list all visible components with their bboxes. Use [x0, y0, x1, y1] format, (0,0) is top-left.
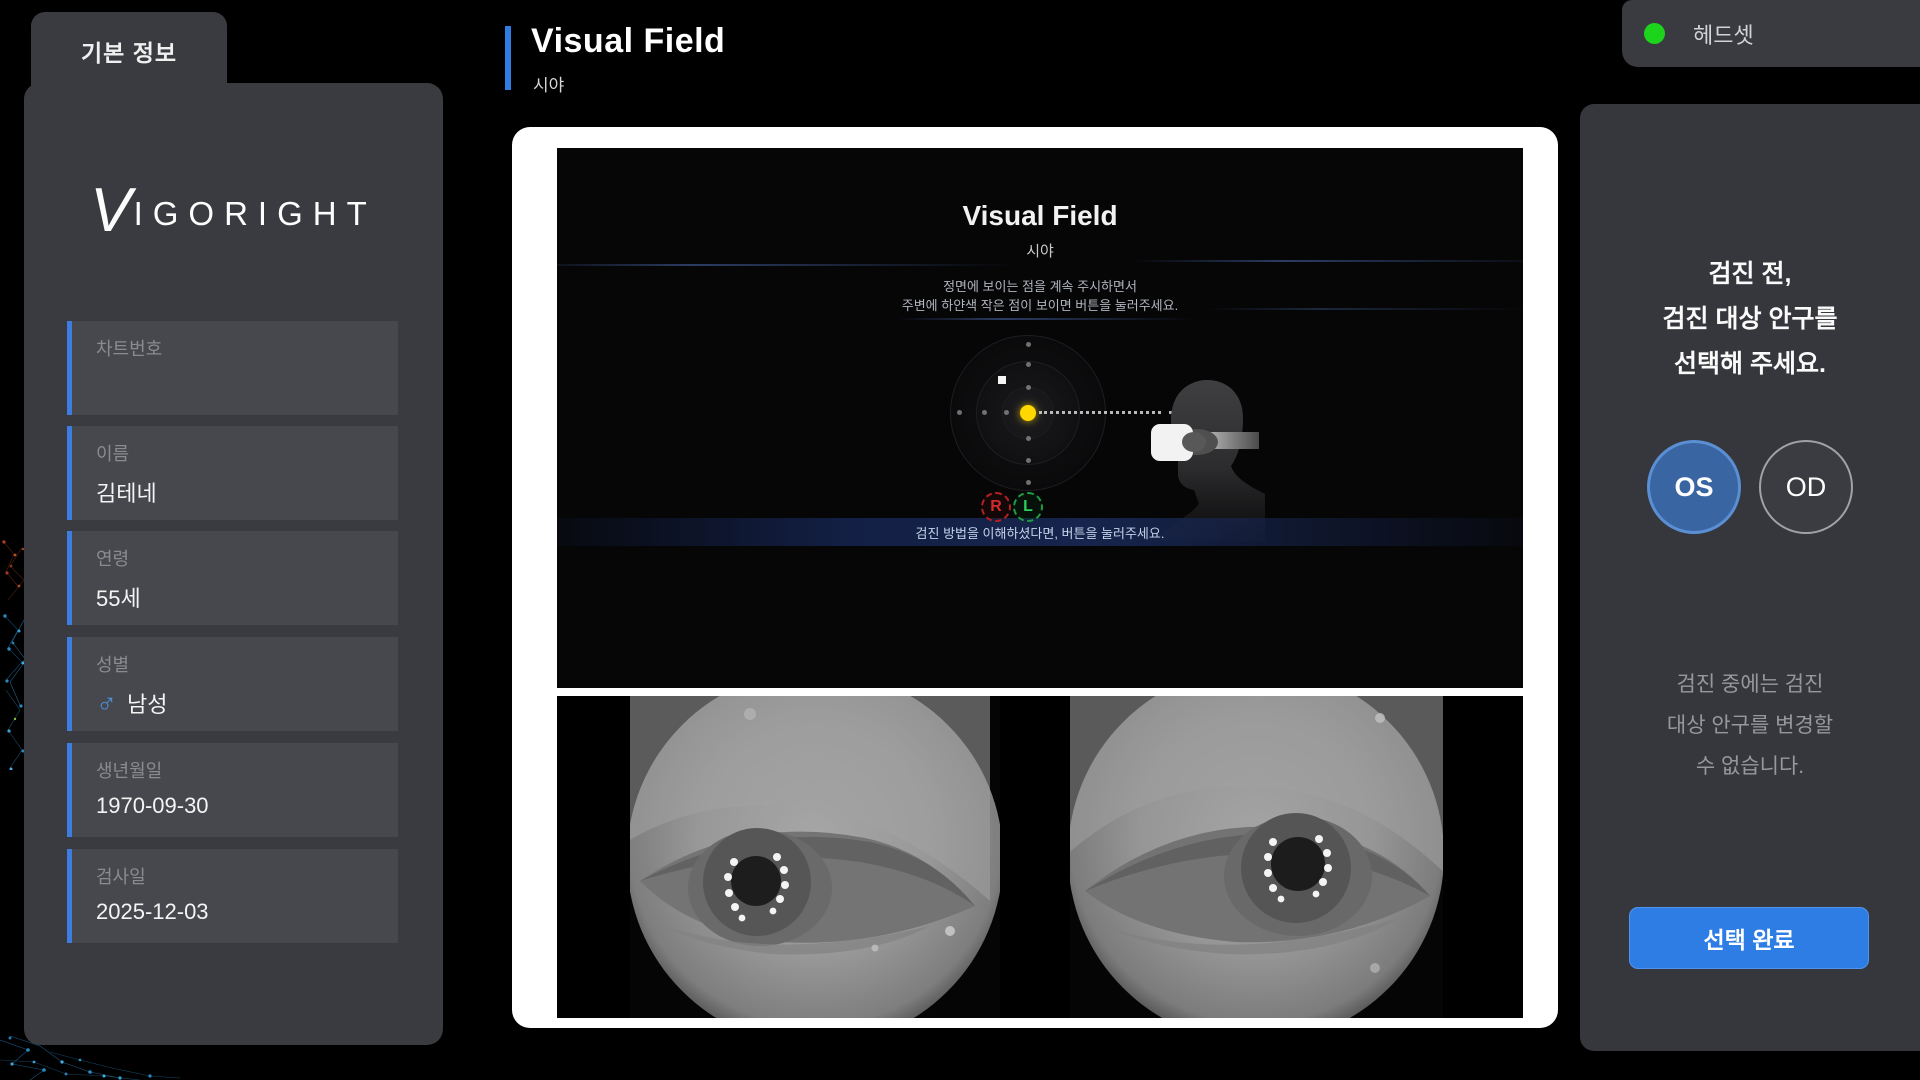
headset-person-illustration	[1145, 376, 1265, 541]
selection-prompt: 검진 전, 검진 대상 안구를 선택해 주세요.	[1580, 252, 1920, 387]
chart-number-label: 차트번호	[96, 335, 398, 361]
note-line3: 수 없습니다.	[1580, 746, 1920, 787]
exam-preview-panel: Visual Field 시야 정면에 보이는 점을 계속 주시하면서 주변에 …	[512, 127, 1558, 1028]
eye-selection-panel: 검진 전, 검진 대상 안구를 선택해 주세요. OS OD 검진 중에는 검진…	[1580, 104, 1920, 1051]
gaze-dotted-line	[1039, 411, 1161, 414]
page-title: Visual Field	[531, 22, 725, 61]
name-value: 김테네	[96, 476, 398, 508]
confirm-selection-button[interactable]: 선택 완료	[1629, 907, 1869, 969]
right-eye-camera-feed	[1070, 696, 1443, 1018]
left-eye-camera-feed	[630, 696, 1000, 1018]
age-value: 55세	[96, 581, 398, 613]
birthdate-value: 1970-09-30	[96, 793, 398, 819]
radar-dot	[957, 410, 962, 415]
gender-field[interactable]: 성별 ♂ 남성	[67, 637, 398, 731]
radar-dot	[1026, 480, 1031, 485]
prompt-line3: 선택해 주세요.	[1580, 342, 1920, 387]
note-line2: 대상 안구를 변경할	[1580, 705, 1920, 746]
divider	[1133, 260, 1523, 262]
logo-v-glyph: V	[90, 176, 133, 245]
age-field[interactable]: 연령 55세	[67, 531, 398, 625]
name-field[interactable]: 이름 김테네	[67, 426, 398, 520]
tab-basic-info[interactable]: 기본 정보	[31, 12, 227, 90]
divider	[897, 318, 1197, 320]
exam-date-label: 검사일	[96, 863, 398, 889]
note-line1: 검진 중에는 검진	[1580, 664, 1920, 705]
eye-camera-block	[557, 696, 1523, 1018]
gender-value: 남성	[127, 687, 167, 719]
page-subtitle: 시야	[533, 71, 725, 96]
exam-date-value: 2025-12-03	[96, 899, 398, 925]
prompt-line2: 검진 대상 안구를	[1580, 297, 1920, 342]
radar-dot	[1026, 342, 1031, 347]
birthdate-field[interactable]: 생년월일 1970-09-30	[67, 743, 398, 837]
vr-instruction-line2: 주변에 하얀색 작은 점이 보이면 버튼을 눌러주세요.	[557, 295, 1523, 314]
selection-note: 검진 중에는 검진 대상 안구를 변경할 수 없습니다.	[1580, 664, 1920, 787]
headset-label: 헤드셋	[1693, 18, 1754, 50]
header-accent-bar	[505, 26, 511, 90]
vigoright-logo: VIGORIGHT	[24, 175, 443, 246]
vr-instruction-line1: 정면에 보이는 점을 계속 주시하면서	[557, 276, 1523, 295]
vr-preview-screen: Visual Field 시야 정면에 보이는 점을 계속 주시하면서 주변에 …	[557, 148, 1523, 688]
chart-number-field[interactable]: 차트번호	[67, 321, 398, 415]
gender-label: 성별	[96, 651, 398, 677]
vr-subtitle: 시야	[557, 240, 1523, 261]
logo-text: IGORIGHT	[134, 195, 377, 232]
birthdate-label: 생년월일	[96, 757, 398, 783]
age-label: 연령	[96, 545, 398, 571]
os-button[interactable]: OS	[1647, 440, 1741, 534]
vr-title: Visual Field	[557, 200, 1523, 232]
radar-dot	[1004, 410, 1009, 415]
divider	[1207, 308, 1523, 310]
exam-date-field[interactable]: 검사일 2025-12-03	[67, 849, 398, 943]
headset-connected-icon	[1644, 23, 1665, 44]
stimulus-dot	[998, 376, 1006, 384]
radar-dot	[982, 410, 987, 415]
headset-status-badge: 헤드셋	[1622, 0, 1920, 67]
radar-dot	[1026, 458, 1031, 463]
tab-basic-info-label: 기본 정보	[81, 34, 177, 68]
app-window: 기본 정보 VIGORIGHT 차트번호 이름 김테네 연령 55세 성별 ♂ …	[0, 0, 1920, 1080]
prompt-line1: 검진 전,	[1580, 252, 1920, 297]
od-button[interactable]: OD	[1759, 440, 1853, 534]
radar-dot	[1026, 362, 1031, 367]
male-icon: ♂	[96, 692, 117, 714]
name-label: 이름	[96, 440, 398, 466]
vr-bottom-notice: 검진 방법을 이해하셨다면, 버튼을 눌러주세요.	[916, 523, 1165, 542]
radar-dot	[1026, 436, 1031, 441]
eye-select-group: OS OD	[1580, 440, 1920, 534]
divider	[557, 264, 1017, 266]
right-eye-indicator: R	[981, 492, 1011, 522]
fixation-dot	[1020, 405, 1036, 421]
left-eye-indicator: L	[1013, 492, 1043, 522]
radar-dot	[1026, 385, 1031, 390]
vr-bottom-notice-bar: 검진 방법을 이해하셨다면, 버튼을 눌러주세요.	[557, 518, 1523, 546]
page-header: Visual Field 시야	[505, 22, 725, 96]
patient-sidebar: VIGORIGHT 차트번호 이름 김테네 연령 55세 성별 ♂ 남성 생년월…	[24, 83, 443, 1045]
